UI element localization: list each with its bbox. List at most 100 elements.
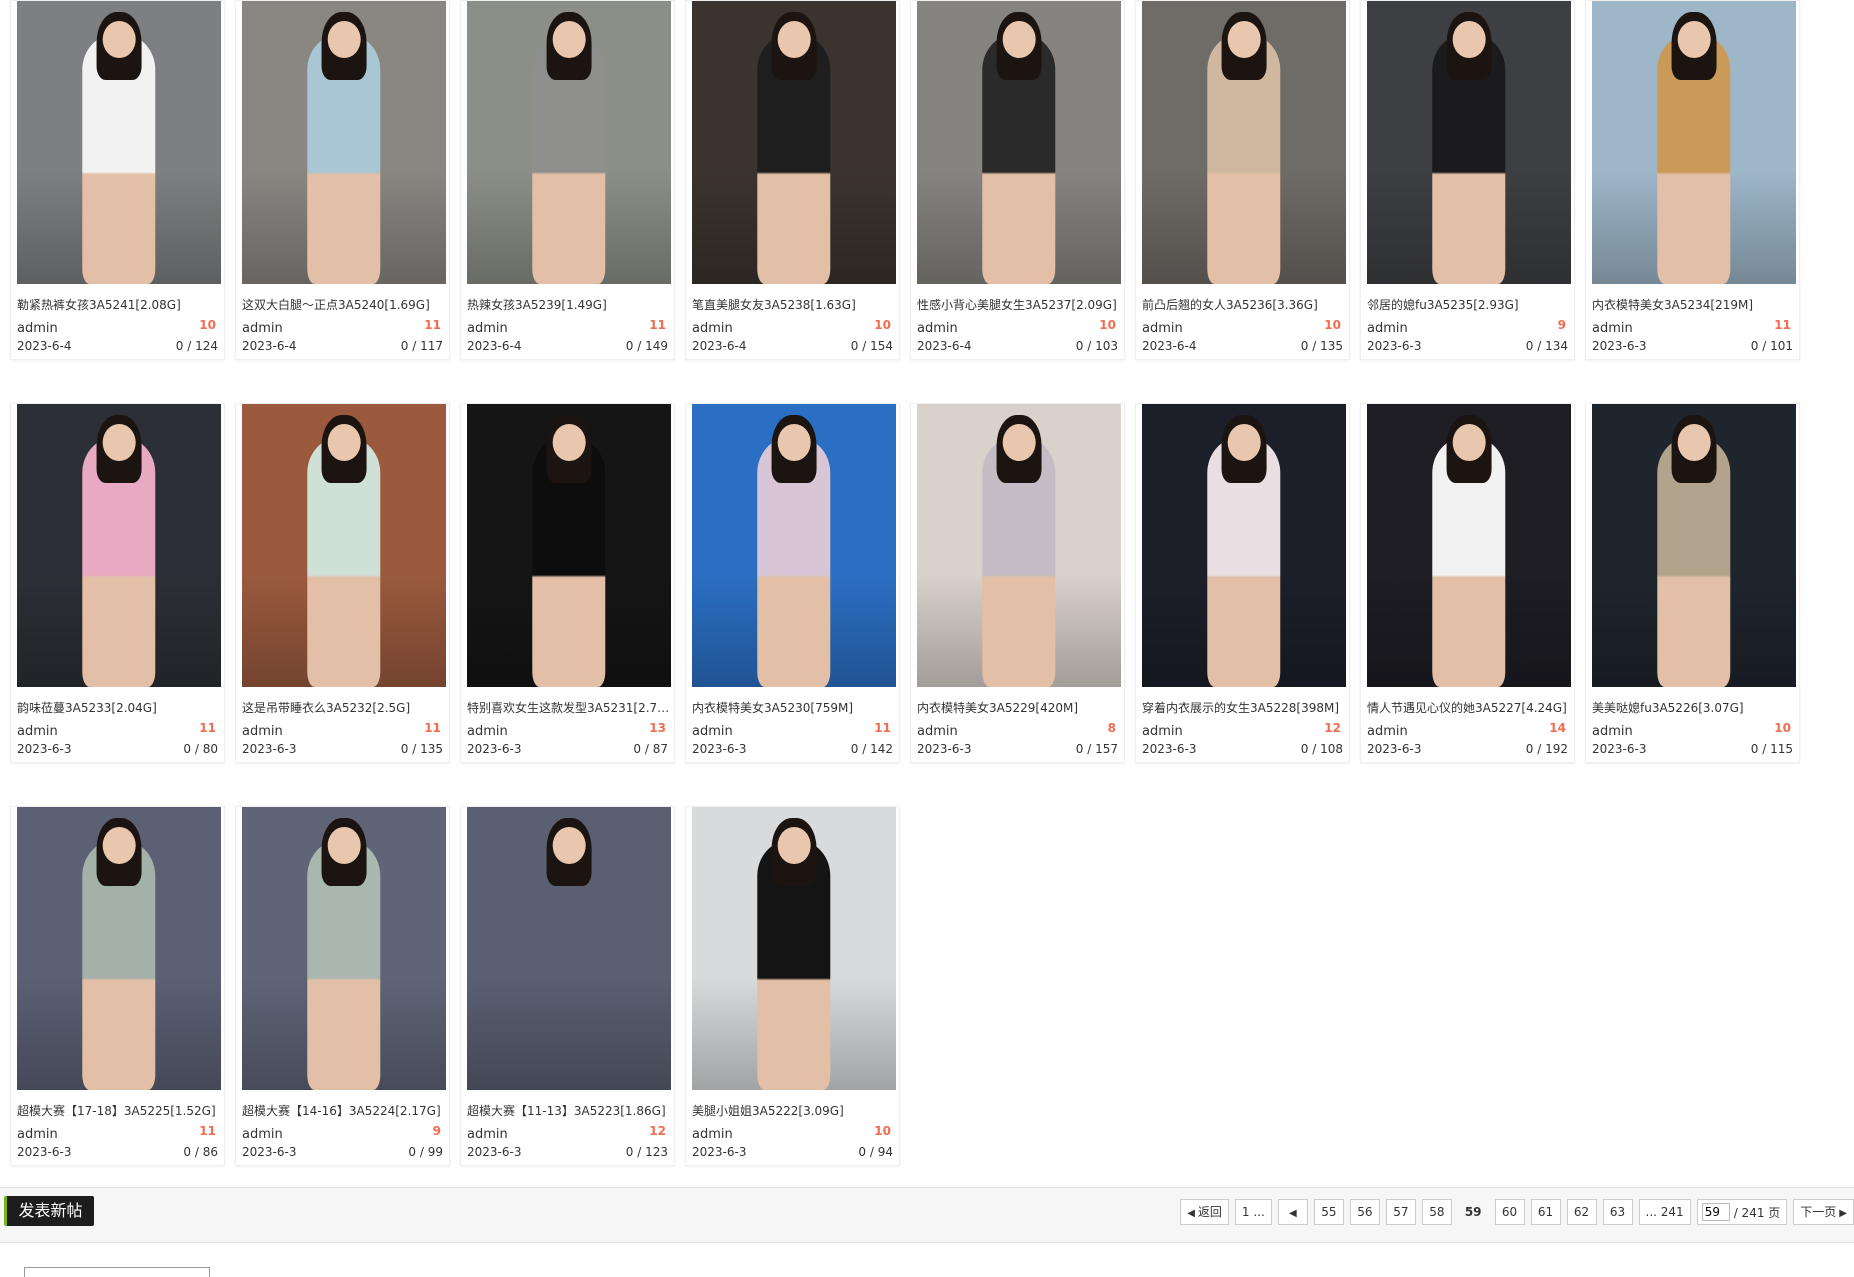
photo-figure-head xyxy=(1227,423,1261,461)
thread-thumbnail[interactable] xyxy=(17,1,221,284)
thread-thumbnail[interactable] xyxy=(917,404,1121,687)
thread-card[interactable]: 特别喜欢女生这款发型3A5231[2.71G] admin 13 2023-6-3 0 … xyxy=(460,403,675,763)
thread-thumbnail[interactable] xyxy=(1592,1,1796,284)
thread-author-link[interactable]: admin xyxy=(467,321,508,336)
thread-title-link[interactable]: 情人节遇见心仪的她3A5227[4.24G] xyxy=(1367,699,1571,716)
thread-author-link[interactable]: admin xyxy=(917,724,958,739)
thread-title-link[interactable]: 内衣模特美女3A5230[759M] xyxy=(692,699,896,716)
thread-date: 2023-6-3 xyxy=(1142,742,1197,756)
page-link[interactable]: 60 xyxy=(1494,1199,1525,1225)
thread-card[interactable]: 内衣模特美女3A5230[759M] admin 11 2023-6-3 0 / 142 xyxy=(685,403,900,763)
thread-thumbnail[interactable] xyxy=(692,404,896,687)
thread-author-link[interactable]: admin xyxy=(917,321,958,336)
thread-thumbnail[interactable] xyxy=(1367,404,1571,687)
thread-thumbnail[interactable] xyxy=(242,807,446,1090)
page-link[interactable]: 56 xyxy=(1349,1199,1380,1225)
thread-author-link[interactable]: admin xyxy=(17,321,58,336)
thread-title-link[interactable]: 特别喜欢女生这款发型3A5231[2.71G] xyxy=(467,699,671,716)
thread-author-link[interactable]: admin xyxy=(692,724,733,739)
thread-title-link[interactable]: 超模大赛【14-16】3A5224[2.17G] xyxy=(242,1102,446,1119)
thread-card[interactable]: 前凸后翘的女人3A5236[3.36G] admin 10 2023-6-4 0 / 1… xyxy=(1135,0,1350,360)
thread-card[interactable]: 美腿小姐姐3A5222[3.09G] admin 10 2023-6-3 0 / 94 xyxy=(685,806,900,1166)
image-count-badge: 14 xyxy=(1549,721,1566,735)
thread-card[interactable]: 勒紧热裤女孩3A5241[2.08G] admin 10 2023-6-4 0 / 12… xyxy=(10,0,225,360)
thread-thumbnail[interactable] xyxy=(467,1,671,284)
next-page-button[interactable]: 下一页 ▶ xyxy=(1793,1199,1854,1225)
thread-author-link[interactable]: admin xyxy=(1592,724,1633,739)
thread-card[interactable]: 笔直美腿女友3A5238[1.63G] admin 10 2023-6-4 0 / 15… xyxy=(685,0,900,360)
thread-title-link[interactable]: 邻居的媳fu3A5235[2.93G] xyxy=(1367,296,1571,313)
thread-author-link[interactable]: admin xyxy=(242,321,283,336)
thread-title-link[interactable]: 这是吊带睡衣么3A5232[2.5G] xyxy=(242,699,446,716)
page-link[interactable]: 62 xyxy=(1566,1199,1597,1225)
thread-author-link[interactable]: admin xyxy=(467,724,508,739)
thread-thumbnail[interactable] xyxy=(692,1,896,284)
page-link[interactable]: 61 xyxy=(1530,1199,1561,1225)
thread-author-link[interactable]: admin xyxy=(1142,321,1183,336)
thread-card[interactable]: 这是吊带睡衣么3A5232[2.5G] admin 11 2023-6-3 0 / 13… xyxy=(235,403,450,763)
page-jump-input[interactable] xyxy=(1701,1203,1730,1221)
thread-thumbnail[interactable] xyxy=(242,1,446,284)
thread-author-link[interactable]: admin xyxy=(17,724,58,739)
thread-thumbnail[interactable] xyxy=(17,404,221,687)
thread-author-link[interactable]: admin xyxy=(467,1127,508,1142)
thread-card[interactable]: 热辣女孩3A5239[1.49G] admin 11 2023-6-4 0 / 149 xyxy=(460,0,675,360)
thread-card[interactable]: 内衣模特美女3A5234[219M] admin 11 2023-6-3 0 / 101 xyxy=(1585,0,1800,360)
thread-title-link[interactable]: 内衣模特美女3A5234[219M] xyxy=(1592,296,1796,313)
page-last-link[interactable]: ... 241 xyxy=(1638,1199,1691,1225)
thread-card[interactable]: 内衣模特美女3A5229[420M] admin 8 2023-6-3 0 / 157 xyxy=(910,403,1125,763)
thread-card[interactable]: 超模大赛【14-16】3A5224[2.17G] admin 9 2023-6-3 0 … xyxy=(235,806,450,1166)
thread-thumbnail[interactable] xyxy=(1142,404,1346,687)
thread-card[interactable]: 邻居的媳fu3A5235[2.93G] admin 9 2023-6-3 0 / 134 xyxy=(1360,0,1575,360)
thread-thumbnail[interactable] xyxy=(242,404,446,687)
thread-card[interactable]: 这双大白腿～正点3A5240[1.69G] admin 11 2023-6-4 0 / … xyxy=(235,0,450,360)
thread-author-link[interactable]: admin xyxy=(242,1127,283,1142)
thread-thumbnail[interactable] xyxy=(17,807,221,1090)
page-link[interactable]: 55 xyxy=(1313,1199,1344,1225)
thread-title-link[interactable]: 超模大赛【11-13】3A5223[1.86G] xyxy=(467,1102,671,1119)
page-first-link[interactable]: 1 ... xyxy=(1234,1199,1272,1225)
thread-card[interactable]: 性感小背心美腿女生3A5237[2.09G] admin 10 2023-6-4 0 /… xyxy=(910,0,1125,360)
thread-title-link[interactable]: 韵味莅蔓3A5233[2.04G] xyxy=(17,699,221,716)
new-post-button[interactable]: 发表新帖 xyxy=(4,1196,94,1226)
thread-thumbnail[interactable] xyxy=(1367,1,1571,284)
thread-thumbnail[interactable] xyxy=(467,807,671,1090)
thread-author-link[interactable]: admin xyxy=(692,321,733,336)
thread-title-link[interactable]: 美美哒媳fu3A5226[3.07G] xyxy=(1592,699,1796,716)
thread-thumbnail[interactable] xyxy=(467,404,671,687)
page-link[interactable]: 58 xyxy=(1421,1199,1452,1225)
page-current[interactable]: 59 xyxy=(1458,1199,1489,1225)
thread-card[interactable]: 超模大赛【17-18】3A5225[1.52G] admin 11 2023-6-3 0… xyxy=(10,806,225,1166)
thread-thumbnail[interactable] xyxy=(1142,1,1346,284)
thread-card[interactable]: 韵味莅蔓3A5233[2.04G] admin 11 2023-6-3 0 / 80 xyxy=(10,403,225,763)
thread-author-link[interactable]: admin xyxy=(242,724,283,739)
prev-page-button[interactable]: ◀ xyxy=(1277,1199,1308,1225)
thread-card[interactable]: 穿着内衣展示的女生3A5228[398M] admin 12 2023-6-3 0 / … xyxy=(1135,403,1350,763)
thread-title-link[interactable]: 性感小背心美腿女生3A5237[2.09G] xyxy=(917,296,1121,313)
thread-author-link[interactable]: admin xyxy=(692,1127,733,1142)
thread-title-link[interactable]: 勒紧热裤女孩3A5241[2.08G] xyxy=(17,296,221,313)
page-link[interactable]: 57 xyxy=(1385,1199,1416,1225)
thread-thumbnail[interactable] xyxy=(692,807,896,1090)
thread-author-link[interactable]: admin xyxy=(1592,321,1633,336)
thread-author-link[interactable]: admin xyxy=(1367,321,1408,336)
thread-title-link[interactable]: 前凸后翘的女人3A5236[3.36G] xyxy=(1142,296,1346,313)
thread-thumbnail[interactable] xyxy=(1592,404,1796,687)
thread-title-link[interactable]: 这双大白腿～正点3A5240[1.69G] xyxy=(242,296,446,313)
thread-title-link[interactable]: 热辣女孩3A5239[1.49G] xyxy=(467,296,671,313)
page-link[interactable]: 63 xyxy=(1602,1199,1633,1225)
thread-author-link[interactable]: admin xyxy=(1142,724,1183,739)
thread-title-link[interactable]: 穿着内衣展示的女生3A5228[398M] xyxy=(1142,699,1346,716)
thread-title-link[interactable]: 笔直美腿女友3A5238[1.63G] xyxy=(692,296,896,313)
thread-card[interactable]: 情人节遇见心仪的她3A5227[4.24G] admin 14 2023-6-3 0 /… xyxy=(1360,403,1575,763)
thread-author-link[interactable]: admin xyxy=(17,1127,58,1142)
thread-card[interactable]: 超模大赛【11-13】3A5223[1.86G] admin 12 2023-6-3 0… xyxy=(460,806,675,1166)
thread-title-link[interactable]: 美腿小姐姐3A5222[3.09G] xyxy=(692,1102,896,1119)
thread-author-link[interactable]: admin xyxy=(1367,724,1408,739)
thread-title-link[interactable]: 内衣模特美女3A5229[420M] xyxy=(917,699,1121,716)
thread-card[interactable]: 美美哒媳fu3A5226[3.07G] admin 10 2023-6-3 0 / 11… xyxy=(1585,403,1800,763)
back-button[interactable]: ◀ 返回 xyxy=(1180,1199,1229,1225)
thread-thumbnail[interactable] xyxy=(917,1,1121,284)
thread-date: 2023-6-3 xyxy=(242,1145,297,1159)
thread-title-link[interactable]: 超模大赛【17-18】3A5225[1.52G] xyxy=(17,1102,221,1119)
